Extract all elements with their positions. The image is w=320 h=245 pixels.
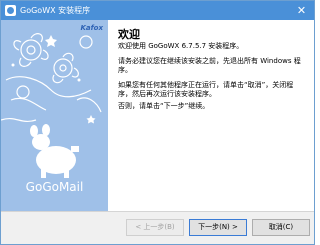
welcome-panel: 欢迎 欢迎使用 GoGoWX 6.7.5.7 安装程序。 请务必建议您在继续该安… xyxy=(108,20,314,211)
wizard-content: Kafox GoGoMail 欢迎 欢迎使用 GoGoWX 6.7.5.7 安装… xyxy=(1,20,314,211)
app-icon xyxy=(5,5,16,16)
close-programs-text: 请务必建议您在继续该安装之前，先退出所有 Windows 程序。 xyxy=(118,57,301,74)
installer-window: GoGoWX 安装程序 ✕ Kafox GoGoMail 欢迎 欢迎使用 GoG… xyxy=(0,0,315,245)
button-separator xyxy=(1,211,314,212)
title-bar[interactable]: GoGoWX 安装程序 ✕ xyxy=(1,1,314,20)
close-button[interactable]: ✕ xyxy=(295,4,308,17)
kafox-logo: Kafox xyxy=(80,24,103,32)
cancel-button[interactable]: 取消(C) xyxy=(252,219,310,236)
welcome-text: 欢迎使用 GoGoWX 6.7.5.7 安装程序。 xyxy=(118,42,244,50)
back-button[interactable]: < 上一步(B) xyxy=(126,219,184,236)
continue-instructions-text: 否则，请单击“下一步”继续。 xyxy=(118,102,210,110)
welcome-heading: 欢迎 xyxy=(118,28,140,41)
next-button[interactable]: 下一步(N) > xyxy=(189,219,247,236)
window-title: GoGoWX 安装程序 xyxy=(20,6,91,15)
cancel-instructions-text: 如果您有任何其他程序正在运行，请单击“取消”，关闭程序，然后再次运行该安装程序。 xyxy=(118,81,294,98)
gogomail-brand: GoGoMail xyxy=(25,180,84,194)
wizard-side-banner: Kafox GoGoMail xyxy=(1,20,108,211)
